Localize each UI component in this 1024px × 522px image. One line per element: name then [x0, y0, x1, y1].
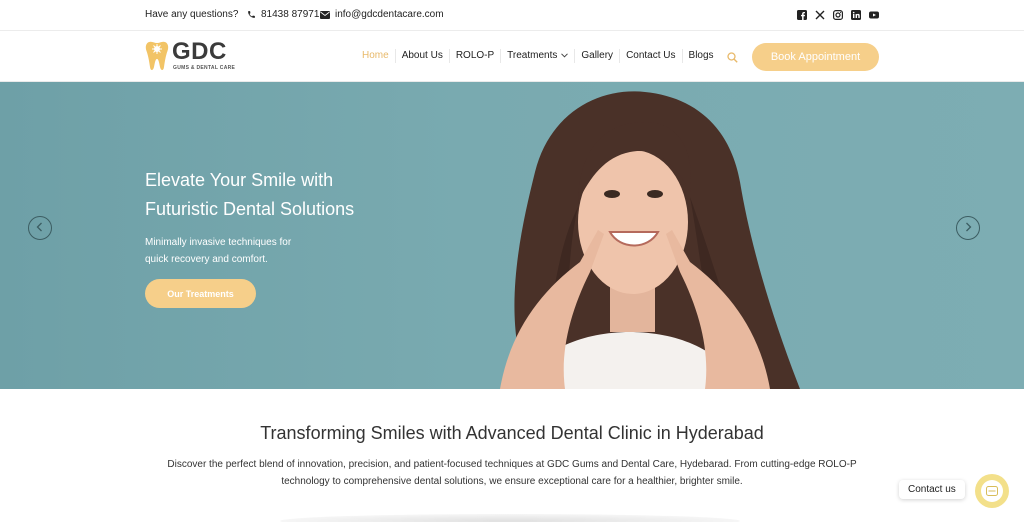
- logo-wordmark: GDC: [172, 38, 227, 65]
- site-header: GDC GUMS & DENTAL CARE Home About Us ROL…: [0, 31, 1024, 82]
- instagram-icon[interactable]: [833, 10, 843, 20]
- nav-contact-us[interactable]: Contact Us: [620, 49, 683, 63]
- nav-gallery[interactable]: Gallery: [575, 49, 621, 63]
- envelope-icon: [320, 10, 330, 19]
- search-icon[interactable]: [727, 50, 738, 68]
- logo-tagline: GUMS & DENTAL CARE: [173, 65, 236, 71]
- chevron-right-icon: [964, 219, 972, 237]
- facebook-icon[interactable]: [797, 10, 807, 20]
- chevron-left-icon: [36, 219, 44, 237]
- hero-subtitle: Minimally invasive techniques for quick …: [145, 237, 292, 265]
- slider-next-button[interactable]: [956, 216, 980, 240]
- nav-blogs[interactable]: Blogs: [683, 49, 720, 63]
- slider-prev-button[interactable]: [28, 216, 52, 240]
- nav-treatments[interactable]: Treatments: [501, 49, 576, 63]
- linkedin-icon[interactable]: [851, 10, 861, 20]
- our-treatments-button[interactable]: Our Treatments: [145, 279, 256, 308]
- phone-icon: [247, 10, 256, 19]
- hero-title: Elevate Your Smile with Futuristic Denta…: [145, 170, 355, 219]
- intro-paragraph: Discover the perfect blend of innovation…: [167, 459, 857, 487]
- hero-slider: Elevate Your Smile with Futuristic Denta…: [0, 82, 1024, 389]
- phone-number: 81438 87971: [261, 9, 320, 20]
- contact-widget-button[interactable]: [975, 474, 1009, 508]
- intro-heading: Transforming Smiles with Advanced Dental…: [260, 423, 764, 443]
- main-nav: Home About Us ROLO-P Treatments Gallery …: [356, 49, 720, 63]
- top-bar: Have any questions? 81438 87971 info@gdc…: [0, 0, 1024, 31]
- book-appointment-button[interactable]: Book Appointment: [752, 43, 879, 71]
- phone-link[interactable]: 81438 87971: [247, 9, 319, 20]
- social-links: [797, 10, 879, 20]
- hero-image: [500, 91, 800, 389]
- questions-text: Have any questions?: [145, 9, 239, 20]
- email-link[interactable]: info@gdcdentacare.com: [320, 9, 444, 20]
- section-shadow: [280, 514, 740, 522]
- chat-icon: [981, 480, 1003, 502]
- x-icon[interactable]: [815, 10, 825, 20]
- email-address: info@gdcdentacare.com: [335, 9, 444, 20]
- nav-rolo-p[interactable]: ROLO-P: [450, 49, 502, 63]
- nav-home[interactable]: Home: [356, 49, 396, 63]
- logo[interactable]: GDC GUMS & DENTAL CARE: [145, 39, 245, 75]
- contact-us-label[interactable]: Contact us: [899, 480, 965, 499]
- youtube-icon[interactable]: [869, 10, 879, 20]
- nav-about-us[interactable]: About Us: [396, 49, 450, 63]
- chevron-down-icon: [561, 49, 569, 63]
- tooth-icon: [145, 40, 169, 77]
